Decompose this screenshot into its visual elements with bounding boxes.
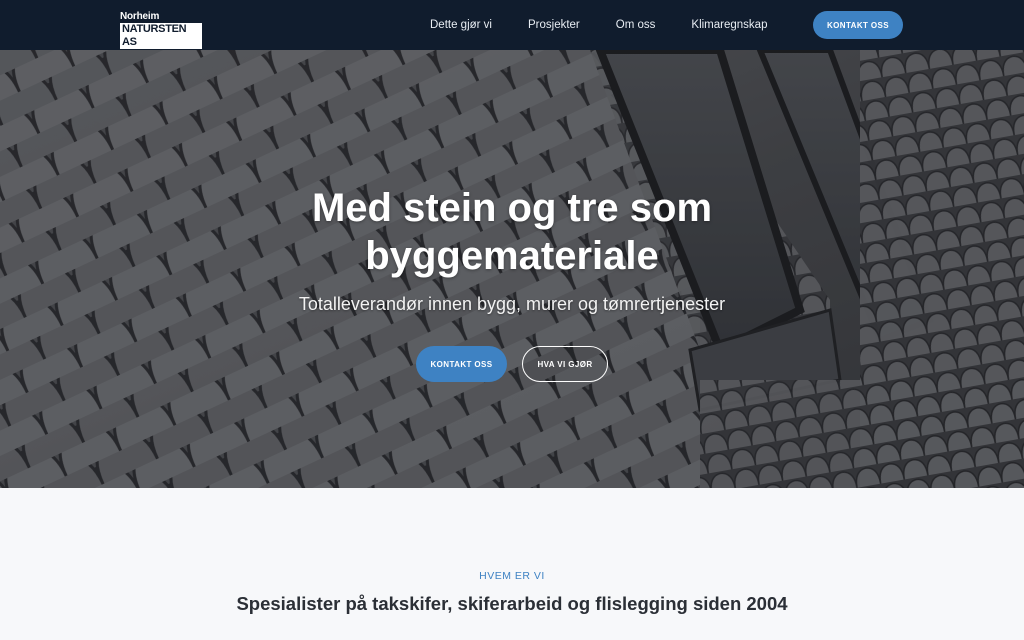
hero-title: Med stein og tre som byggemateriale <box>212 184 812 280</box>
top-navbar: Norheim NATURSTEN AS Dette gjør vi Prosj… <box>0 0 1024 50</box>
nav-link-om-oss[interactable]: Om oss <box>616 19 656 31</box>
nav-link-prosjekter[interactable]: Prosjekter <box>528 19 580 31</box>
about-title: Spesialister på takskifer, skiferarbeid … <box>236 593 788 614</box>
hero-subtitle: Totalleverandør innen bygg, murer og tøm… <box>298 294 726 314</box>
hero-title-line1: Med stein og tre som <box>311 186 713 230</box>
hero-contact-button[interactable]: KONTAKT OSS <box>416 346 507 382</box>
about-section: HVEM ER VI Spesialister på takskifer, sk… <box>0 488 1024 640</box>
hero-title-line2: byggemateriale <box>365 234 659 278</box>
main-nav: Dette gjør vi Prosjekter Om oss Klimareg… <box>430 0 803 50</box>
nav-contact-button[interactable]: KONTAKT OSS <box>813 11 903 39</box>
logo-line1: Norheim <box>120 11 160 22</box>
hero-section: Med stein og tre som byggemateriale Tota… <box>0 50 1024 488</box>
hero-what-we-do-button[interactable]: HVA VI GJØR <box>522 346 608 382</box>
nav-link-dette-gjor-vi[interactable]: Dette gjør vi <box>430 19 492 31</box>
brand-logo[interactable]: Norheim NATURSTEN AS <box>120 11 202 49</box>
logo-line2: NATURSTEN AS <box>120 23 202 49</box>
nav-link-klimaregnskap[interactable]: Klimaregnskap <box>691 19 767 31</box>
about-eyebrow: HVEM ER VI <box>479 570 545 582</box>
